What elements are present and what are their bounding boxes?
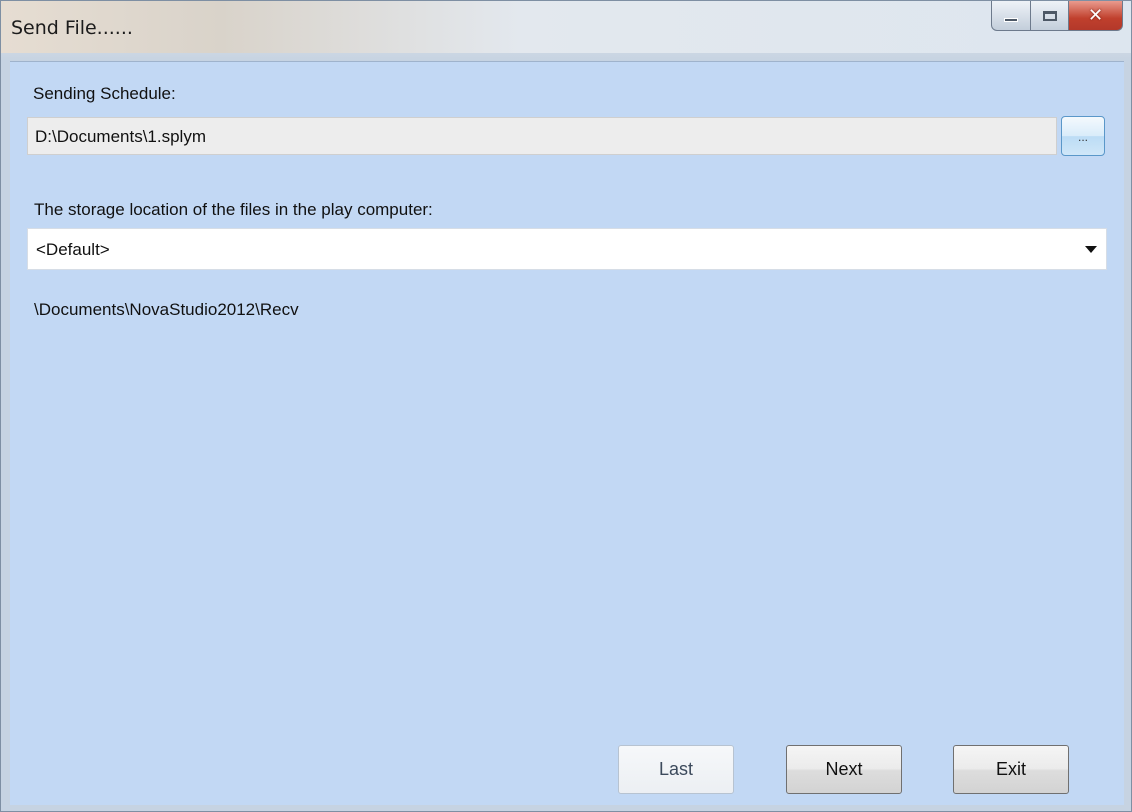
next-button[interactable]: Next [786,745,902,794]
last-button[interactable]: Last [618,745,734,794]
storage-location-dropdown[interactable]: <Default> [27,228,1107,270]
minimize-button[interactable] [991,1,1031,31]
schedule-path-field[interactable]: D:\Documents\1.splym [27,117,1057,155]
send-file-window: Send File...... ✕ Sending Schedule: D:\D… [0,0,1132,812]
dialog-client-area: Sending Schedule: D:\Documents\1.splym .… [10,61,1124,805]
maximize-button[interactable] [1031,1,1069,31]
window-controls: ✕ [991,1,1123,31]
schedule-label: Sending Schedule: [33,84,176,103]
title-bar[interactable]: Send File...... ✕ [1,1,1131,53]
close-button[interactable]: ✕ [1069,1,1123,31]
chevron-down-icon[interactable] [1085,246,1097,253]
window-title: Send File...... [11,17,133,39]
close-icon: ✕ [1087,5,1104,26]
minimize-icon [1004,17,1018,22]
storage-location-label: The storage location of the files in the… [34,200,433,219]
storage-location-selected: <Default> [36,240,110,259]
exit-button[interactable]: Exit [953,745,1069,794]
browse-button[interactable]: ... [1061,116,1105,156]
storage-path-text: \Documents\NovaStudio2012\Recv [34,300,299,319]
maximize-icon [1042,10,1057,21]
